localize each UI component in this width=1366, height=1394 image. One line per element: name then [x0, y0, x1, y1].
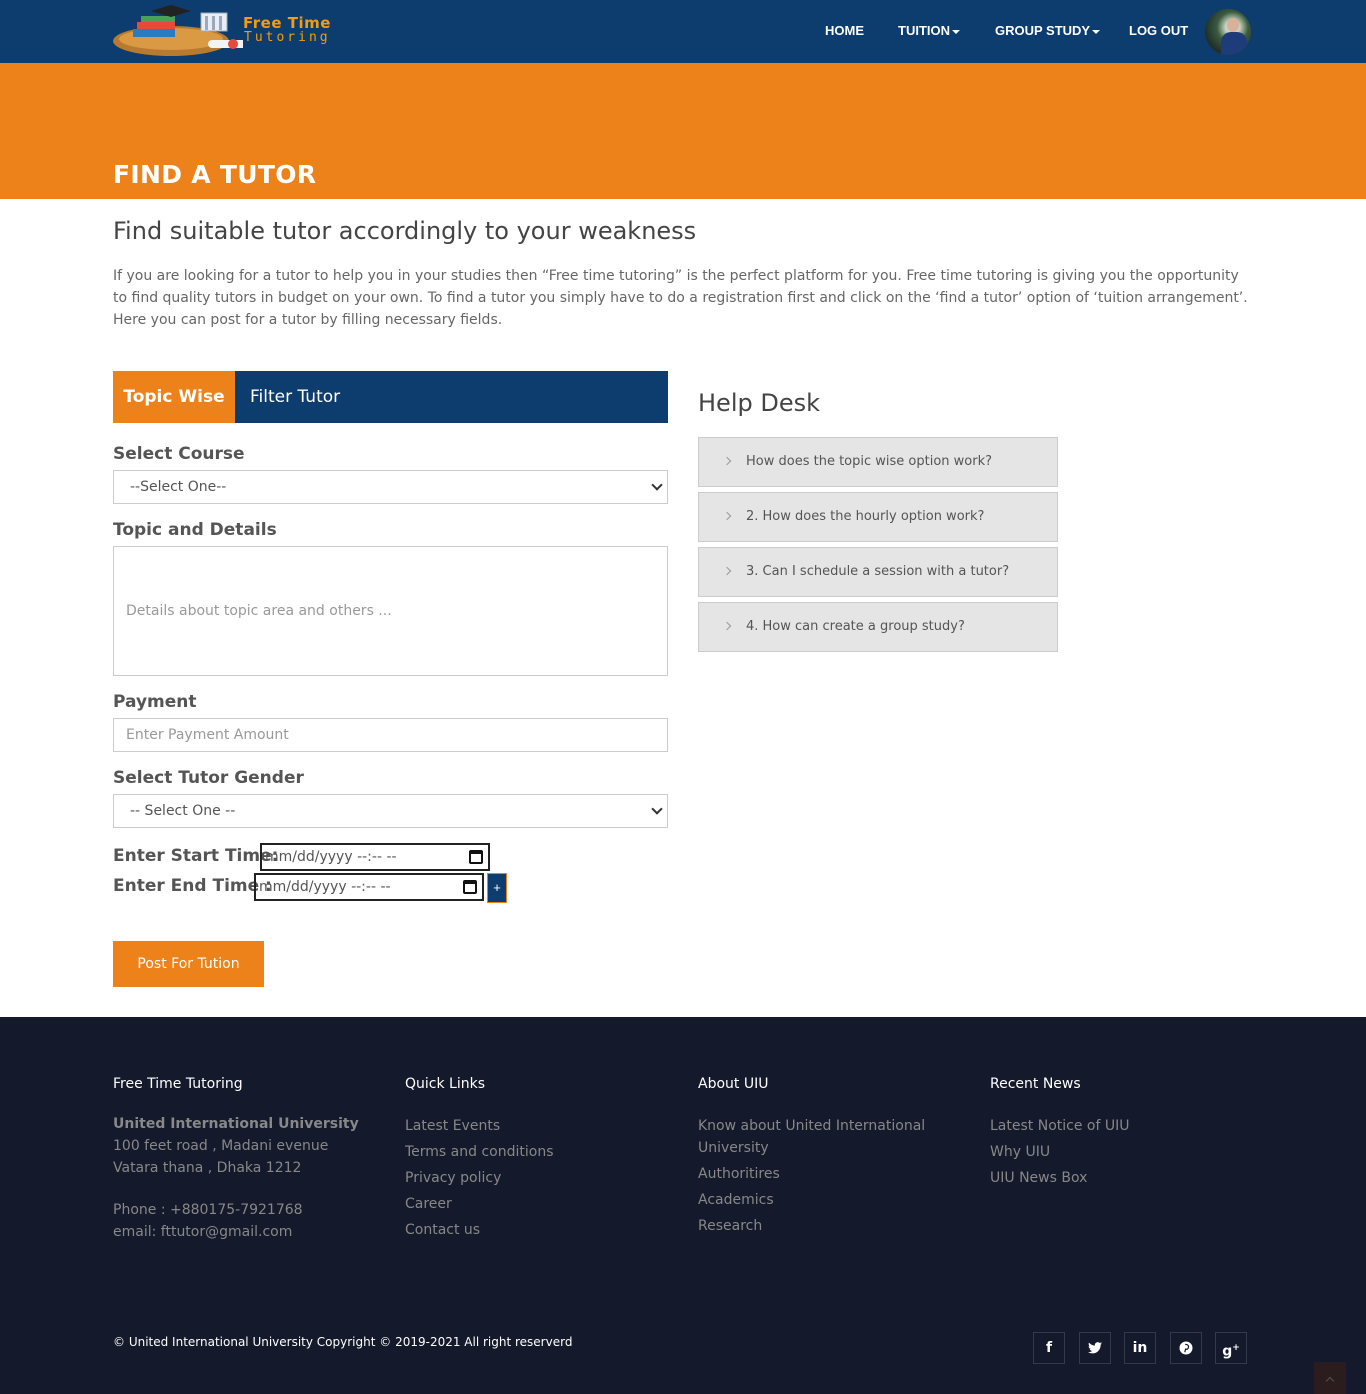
footer-link[interactable]: Terms and conditions — [405, 1141, 554, 1163]
scroll-to-top-button[interactable] — [1314, 1362, 1346, 1394]
intro-heading: Find suitable tutor accordingly to your … — [113, 217, 697, 245]
start-time-label: Enter Start Time: — [113, 846, 279, 866]
footer-address-1: 100 feet road , Madani evenue — [113, 1138, 329, 1154]
caret-down-icon — [1092, 29, 1101, 34]
tab-topic-wise[interactable]: Topic Wise — [113, 371, 235, 423]
chevron-down-icon — [651, 479, 663, 491]
tab-filter-tutor[interactable]: Filter Tutor — [250, 371, 340, 423]
avatar-face — [1227, 18, 1239, 32]
footer-link[interactable]: Latest Events — [405, 1115, 500, 1137]
caret-down-icon — [952, 29, 960, 34]
twitter-bird-icon — [1088, 1342, 1102, 1354]
end-time-label: Enter End Time : — [113, 876, 272, 896]
footer-heading-ftt: Free Time Tutoring — [113, 1076, 243, 1092]
chevron-right-icon — [722, 566, 732, 576]
site-logo[interactable]: Free Time Tutoring — [113, 3, 348, 58]
footer-phone: Phone : +880175-7921768 — [113, 1202, 303, 1218]
footer-address-2: Vatara thana , Dhaka 1212 — [113, 1160, 302, 1176]
nav-home[interactable]: HOME — [825, 23, 864, 38]
footer-org-name: United International University — [113, 1116, 359, 1132]
footer-link[interactable]: Privacy policy — [405, 1167, 501, 1189]
footer-link[interactable]: Latest Notice of UIU — [990, 1115, 1129, 1137]
logo-subtitle: Tutoring — [244, 30, 331, 45]
chevron-right-icon — [722, 511, 732, 521]
end-time-value: mm/dd/yyyy --:-- -- — [259, 879, 391, 895]
footer-heading-news: Recent News — [990, 1076, 1081, 1092]
pinterest-p-icon — [1179, 1341, 1193, 1355]
footer-link[interactable]: Authoritires — [698, 1163, 780, 1185]
faq-item-label: 2. How does the hourly option work? — [746, 509, 985, 524]
twitter-icon[interactable] — [1079, 1332, 1111, 1364]
user-avatar[interactable] — [1203, 7, 1253, 57]
page-banner: FIND A TUTOR — [0, 63, 1366, 199]
footer-link[interactable]: Why UIU — [990, 1141, 1050, 1163]
nav-group-study-label: GROUP STUDY — [995, 23, 1091, 38]
faq-item[interactable]: 4. How can create a group study? — [698, 602, 1058, 652]
footer-link[interactable]: Career — [405, 1193, 452, 1215]
calendar-icon[interactable] — [469, 850, 483, 864]
gender-select[interactable]: -- Select One -- — [113, 794, 668, 828]
faq-item-label: 4. How can create a group study? — [746, 619, 965, 634]
footer-heading-quick-links: Quick Links — [405, 1076, 486, 1092]
gender-select-value: -- Select One -- — [130, 803, 236, 819]
top-navbar: Free Time Tutoring HOME TUITION GROUP ST… — [0, 0, 1366, 63]
start-time-input[interactable]: mm/dd/yyyy --:-- -- — [260, 843, 490, 871]
footer-link[interactable]: Know about United International Universi… — [698, 1115, 938, 1159]
add-time-button[interactable]: + — [487, 873, 507, 903]
facebook-icon[interactable]: f — [1033, 1332, 1065, 1364]
post-for-tution-button[interactable]: Post For Tution — [113, 941, 264, 987]
logo-books-icon — [113, 5, 243, 56]
faq-item[interactable]: How does the topic wise option work? — [698, 437, 1058, 487]
faq-item-label: How does the topic wise option work? — [746, 454, 993, 469]
google-plus-icon[interactable]: g+ — [1215, 1332, 1247, 1364]
footer-link[interactable]: Research — [698, 1215, 762, 1237]
start-time-value: mm/dd/yyyy --:-- -- — [265, 849, 397, 865]
page-title: FIND A TUTOR — [113, 160, 317, 189]
payment-placeholder: Enter Payment Amount — [126, 727, 289, 743]
footer-link[interactable]: Contact us — [405, 1219, 480, 1241]
avatar-body — [1221, 32, 1247, 55]
course-label: Select Course — [113, 444, 245, 464]
chevron-right-icon — [722, 456, 732, 466]
faq-item[interactable]: 3. Can I schedule a session with a tutor… — [698, 547, 1058, 597]
footer-link[interactable]: Academics — [698, 1189, 774, 1211]
footer-email: email: fttutor@gmail.com — [113, 1224, 293, 1240]
nav-tuition-label: TUITION — [898, 23, 950, 38]
calendar-icon[interactable] — [463, 880, 477, 894]
chevron-right-icon — [722, 621, 732, 631]
chevron-up-icon — [1325, 1376, 1335, 1386]
tab-bar: Topic Wise Filter Tutor — [113, 371, 668, 423]
gender-label: Select Tutor Gender — [113, 768, 304, 788]
topic-details-placeholder: Details about topic area and others ... — [126, 603, 392, 619]
course-select[interactable]: --Select One-- — [113, 470, 668, 504]
intro-text: If you are looking for a tutor to help y… — [113, 268, 1248, 328]
faq-item[interactable]: 2. How does the hourly option work? — [698, 492, 1058, 542]
nav-group-study[interactable]: GROUP STUDY — [995, 23, 1101, 38]
nav-logout[interactable]: LOG OUT — [1129, 23, 1188, 38]
copyright-text: © United International University Copyri… — [113, 1335, 573, 1349]
chevron-down-icon — [651, 803, 663, 815]
nav-tuition[interactable]: TUITION — [898, 23, 960, 38]
footer-heading-about: About UIU — [698, 1076, 769, 1092]
topic-label: Topic and Details — [113, 520, 277, 540]
faq-item-label: 3. Can I schedule a session with a tutor… — [746, 564, 1010, 579]
payment-input[interactable]: Enter Payment Amount — [113, 718, 668, 752]
payment-label: Payment — [113, 692, 197, 712]
linkedin-icon[interactable]: in — [1124, 1332, 1156, 1364]
end-time-input[interactable]: mm/dd/yyyy --:-- -- — [254, 873, 484, 901]
footer-link[interactable]: UIU News Box — [990, 1167, 1087, 1189]
topic-details-textarea[interactable]: Details about topic area and others ... — [113, 546, 668, 676]
help-desk-title: Help Desk — [698, 389, 820, 417]
pinterest-icon[interactable] — [1170, 1332, 1202, 1364]
course-select-value: --Select One-- — [130, 479, 227, 495]
